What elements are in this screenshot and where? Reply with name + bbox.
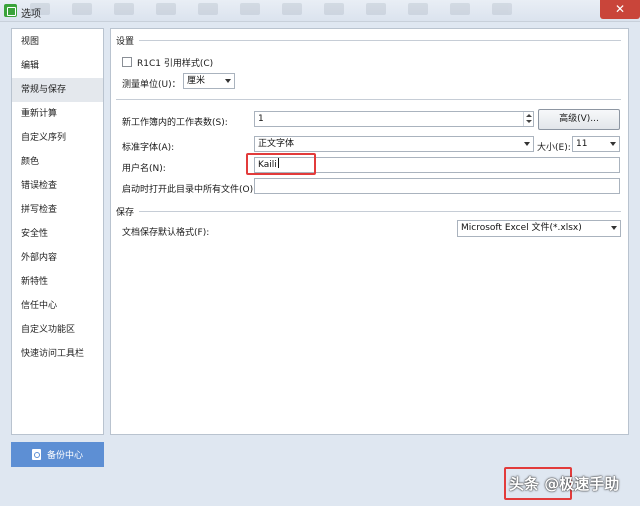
startup-label: 启动时打开此目录中所有文件(O): xyxy=(122,185,257,195)
sidebar-item-edit[interactable]: 编辑 xyxy=(12,54,103,78)
close-button[interactable]: ✕ xyxy=(600,0,640,19)
sidebar-item-color[interactable]: 颜色 xyxy=(12,150,103,174)
sidebar-item-quick-access[interactable]: 快速访问工具栏 xyxy=(12,342,103,366)
spin-down-icon xyxy=(526,120,532,123)
sidebar-item-view[interactable]: 视图 xyxy=(12,30,103,54)
unit-value: 厘米 xyxy=(187,76,206,86)
r1c1-checkbox[interactable] xyxy=(122,57,132,67)
sheets-spinner[interactable] xyxy=(523,112,533,126)
sidebar-item-new-features[interactable]: 新特性 xyxy=(12,270,103,294)
format-value: Microsoft Excel 文件(*.xlsx) xyxy=(461,223,582,233)
format-select[interactable]: Microsoft Excel 文件(*.xlsx) xyxy=(457,220,621,237)
sidebar-item-external[interactable]: 外部内容 xyxy=(12,246,103,270)
settings-panel: 设置 R1C1 引用样式(C) 测量单位(U)： 厘米 新工作簿内的工作表数(S… xyxy=(110,28,629,435)
r1c1-label: R1C1 引用样式(C) xyxy=(137,59,214,69)
text-caret xyxy=(277,158,279,168)
username-input[interactable]: Kaili xyxy=(254,157,620,173)
format-label: 文档保存默认格式(F): xyxy=(122,228,210,238)
chevron-down-icon xyxy=(225,79,231,83)
sidebar-item-error-check[interactable]: 错误检查 xyxy=(12,174,103,198)
sidebar: 视图 编辑 常规与保存 重新计算 自定义序列 颜色 错误检查 拼写检查 安全性 … xyxy=(11,28,104,435)
font-value: 正文字体 xyxy=(258,139,295,149)
sheets-input[interactable]: 1 xyxy=(254,111,534,127)
backup-center-label: 备份中心 xyxy=(46,451,83,461)
settings-divider-2 xyxy=(116,99,621,100)
size-select[interactable]: 11 xyxy=(572,136,620,152)
sheets-label: 新工作簿内的工作表数(S): xyxy=(122,118,228,128)
background-toolbar xyxy=(30,3,590,19)
settings-divider xyxy=(139,40,621,41)
font-select[interactable]: 正文字体 xyxy=(254,136,534,152)
size-label: 大小(E): xyxy=(537,143,571,153)
sidebar-item-customize-ribbon[interactable]: 自定义功能区 xyxy=(12,318,103,342)
chevron-down-icon xyxy=(524,142,530,146)
chevron-down-icon xyxy=(610,142,616,146)
app-icon xyxy=(4,4,17,17)
sidebar-item-general-save[interactable]: 常规与保存 xyxy=(12,78,103,102)
title-bar: 选项 ✕ xyxy=(0,0,640,22)
sidebar-item-custom-list[interactable]: 自定义序列 xyxy=(12,126,103,150)
settings-section-title: 设置 xyxy=(116,37,135,47)
save-section-title: 保存 xyxy=(116,208,135,218)
font-label: 标准字体(A): xyxy=(122,143,175,153)
chevron-down-icon xyxy=(611,226,617,230)
sidebar-item-security[interactable]: 安全性 xyxy=(12,222,103,246)
username-value: Kaili xyxy=(258,160,277,170)
startup-input[interactable] xyxy=(254,178,620,194)
unit-label: 测量单位(U)： xyxy=(122,80,181,90)
save-divider xyxy=(139,211,621,212)
sheets-value: 1 xyxy=(258,114,264,124)
watermark: 头条 @极速手助 xyxy=(509,475,620,493)
sidebar-item-recalc[interactable]: 重新计算 xyxy=(12,102,103,126)
backup-center-button[interactable]: 备份中心 xyxy=(11,442,104,467)
unit-select[interactable]: 厘米 xyxy=(183,73,235,89)
backup-icon xyxy=(31,449,41,460)
advanced-button[interactable]: 高级(V)... xyxy=(538,109,620,130)
sidebar-item-trust-center[interactable]: 信任中心 xyxy=(12,294,103,318)
sidebar-item-spell-check[interactable]: 拼写检查 xyxy=(12,198,103,222)
size-value: 11 xyxy=(576,139,588,149)
spin-up-icon xyxy=(526,114,532,117)
username-label: 用户名(N): xyxy=(122,164,166,174)
